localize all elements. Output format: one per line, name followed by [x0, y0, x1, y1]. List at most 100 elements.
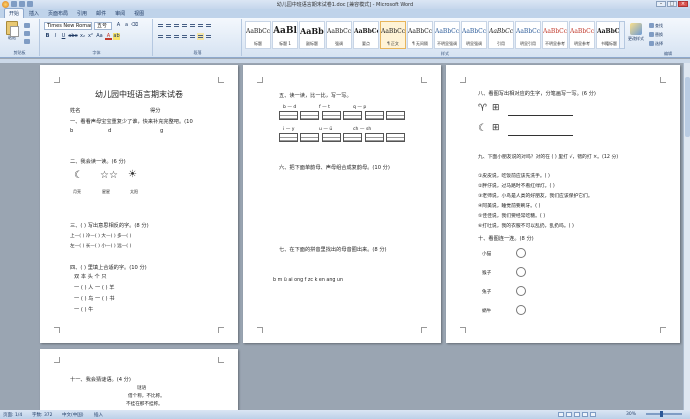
- style-tile-normal[interactable]: AaBbCcDc ¶ 正文: [380, 21, 406, 49]
- styles-gallery: AaBbCcDc标题 AaBl标题 1 AaBbC副标题 AaBbCcDc强调 …: [245, 21, 622, 49]
- zoom-level[interactable]: 30%: [626, 412, 636, 417]
- tab-references[interactable]: 引用: [73, 9, 91, 18]
- justify-icon[interactable]: [181, 33, 188, 40]
- align-left-icon[interactable]: [157, 33, 164, 40]
- name-label: 姓名: [70, 108, 81, 114]
- page-1[interactable]: 幼儿园中班语言期末试卷 姓名 得分 一、看看声母宝宝重复少了谁，快来补充完整吧。…: [40, 65, 238, 343]
- close-button[interactable]: ×: [678, 1, 688, 7]
- highlight-icon[interactable]: ab: [113, 33, 120, 40]
- tab-mailings[interactable]: 邮件: [92, 9, 110, 18]
- language-indicator[interactable]: 中文(中国): [62, 412, 84, 418]
- show-marks-icon[interactable]: [205, 22, 212, 29]
- change-styles-button[interactable]: 更改样式: [627, 21, 645, 51]
- vertical-scrollbar[interactable]: [683, 63, 690, 410]
- style-tile[interactable]: AaBbCcDc 不明显参考: [542, 21, 568, 49]
- style-name: 标题 1: [279, 41, 291, 46]
- draft-view-icon[interactable]: [590, 412, 596, 417]
- cut-icon[interactable]: [24, 23, 30, 28]
- crop-mark: [54, 77, 60, 83]
- q2-caption: 太阳: [130, 189, 138, 194]
- style-tile[interactable]: AaBbC 副标题: [299, 21, 325, 49]
- style-tile[interactable]: AaBbCcDc 明显引用: [515, 21, 541, 49]
- grow-font-icon[interactable]: A: [115, 22, 122, 29]
- zoom-slider[interactable]: [646, 411, 682, 417]
- superscript-button[interactable]: x²: [87, 33, 94, 40]
- riddle-line: 不挂在那不挂称。: [126, 402, 163, 407]
- full-screen-view-icon[interactable]: [566, 412, 572, 417]
- strikethrough-button[interactable]: abe: [68, 33, 78, 40]
- styles-gallery-scroll[interactable]: [619, 21, 625, 49]
- underline-button[interactable]: U: [60, 33, 67, 40]
- tab-view[interactable]: 视图: [130, 9, 148, 18]
- align-center-icon[interactable]: [165, 33, 172, 40]
- tab-home[interactable]: 开始: [4, 8, 25, 18]
- animal-picture-icon: [516, 248, 526, 258]
- exam-title: 幼儿园中班语言期末试卷: [95, 90, 183, 99]
- question-4: 四、( ) 里填上合适的字。(10 分): [70, 265, 147, 271]
- page-4[interactable]: 十一、我会猜谜语。(4 分) 谜语 借个称，不比称。 不挂在那不挂称。: [40, 349, 238, 410]
- style-tile[interactable]: AaBbCcDc 引用: [488, 21, 514, 49]
- moon-icon: ☾: [478, 123, 487, 134]
- tab-review[interactable]: 审阅: [111, 9, 129, 18]
- increase-indent-icon[interactable]: [189, 22, 196, 29]
- answer-line: [508, 115, 573, 116]
- style-tile[interactable]: AaBbCcDc 明显强调: [461, 21, 487, 49]
- style-tile[interactable]: AaBbCcDc ¶ 无间隔: [407, 21, 433, 49]
- style-name: 引用: [497, 41, 505, 46]
- style-tile[interactable]: AaBbCcD 要点: [353, 21, 379, 49]
- crop-mark: [460, 77, 466, 83]
- align-right-icon[interactable]: [173, 33, 180, 40]
- sort-icon[interactable]: [197, 22, 204, 29]
- italic-button[interactable]: I: [52, 33, 59, 40]
- font-size-select[interactable]: 五号: [94, 22, 112, 30]
- page-2[interactable]: 五、读一读，比一比，写一写。 b — d f — t q — p i — y u…: [243, 65, 441, 343]
- bullets-icon[interactable]: [157, 22, 164, 29]
- shading-icon[interactable]: [197, 33, 204, 40]
- font-color-button[interactable]: A: [105, 33, 112, 40]
- format-painter-icon[interactable]: [24, 39, 30, 44]
- style-sample: AaBbCcDc: [327, 28, 351, 35]
- tab-insert[interactable]: 插入: [25, 9, 43, 18]
- bold-button[interactable]: B: [44, 33, 51, 40]
- decrease-indent-icon[interactable]: [181, 22, 188, 29]
- change-case-button[interactable]: Aa: [95, 33, 104, 40]
- maximize-button[interactable]: □: [667, 1, 677, 7]
- insert-mode[interactable]: 插入: [94, 412, 103, 418]
- style-tile[interactable]: AaBbCcDc 标题: [245, 21, 271, 49]
- multilevel-list-icon[interactable]: [173, 22, 180, 29]
- question-2: 二、我会读一读。(6 分): [70, 159, 126, 165]
- print-layout-view-icon[interactable]: [558, 412, 564, 417]
- clear-format-icon[interactable]: ⌫: [131, 22, 138, 29]
- style-tile[interactable]: AaBl 标题 1: [272, 21, 298, 49]
- subscript-button[interactable]: x₂: [79, 33, 86, 40]
- style-tile[interactable]: AaBbCcDc 明显参考: [569, 21, 595, 49]
- replace-button[interactable]: 替换: [648, 30, 688, 39]
- animal-label: 猴子: [482, 271, 492, 276]
- outline-view-icon[interactable]: [582, 412, 588, 417]
- font-name-select[interactable]: Times New Roman: [44, 22, 92, 30]
- select-button[interactable]: 选择: [648, 39, 688, 48]
- copy-icon[interactable]: [24, 31, 30, 36]
- animal-picture-icon: [516, 267, 526, 277]
- style-sample: AaBbCcDc: [408, 28, 432, 35]
- style-sample: AaBbC: [300, 26, 324, 36]
- word-count[interactable]: 字数: 372: [32, 412, 53, 418]
- style-tile[interactable]: AaBbCcDc 强调: [326, 21, 352, 49]
- style-tile[interactable]: AaBbCcDc 不明显强调: [434, 21, 460, 49]
- paste-button[interactable]: 粘贴: [3, 21, 21, 43]
- page-count[interactable]: 页面: 1/4: [3, 412, 22, 418]
- line-spacing-icon[interactable]: [189, 33, 196, 40]
- numbering-icon[interactable]: [165, 22, 172, 29]
- style-sample: AaBbCcDc: [597, 28, 621, 35]
- q4-row: 一 ( ) 牛: [74, 307, 94, 313]
- minimize-button[interactable]: –: [656, 1, 666, 7]
- q1-letter: b: [70, 128, 74, 134]
- page-3[interactable]: 八、看图写出相对应的生字，分笔画写一写。(6 分) ♈ ⊞ ☾ ⊞ 九、下面小朋…: [446, 65, 680, 343]
- shrink-font-icon[interactable]: a: [123, 22, 130, 29]
- q2-caption: 星星: [102, 189, 110, 194]
- find-button[interactable]: 查找: [648, 21, 688, 30]
- borders-icon[interactable]: [205, 33, 212, 40]
- scrollbar-thumb[interactable]: [685, 77, 690, 137]
- web-layout-view-icon[interactable]: [574, 412, 580, 417]
- tab-page-layout[interactable]: 页面布局: [44, 9, 72, 18]
